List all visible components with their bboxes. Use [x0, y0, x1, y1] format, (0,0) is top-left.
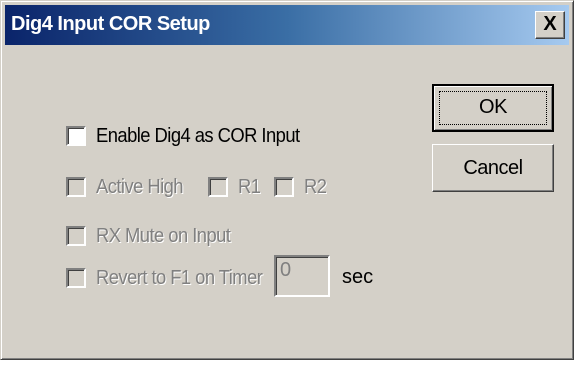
- r2-checkbox: [274, 177, 294, 197]
- revert-timer-label: Revert to F1 on Timer: [96, 266, 263, 289]
- ok-button[interactable]: OK: [432, 84, 554, 132]
- r1-option: R1: [208, 175, 262, 199]
- enable-cor-label: Enable Dig4 as COR Input: [96, 124, 300, 147]
- cancel-button-label: Cancel: [463, 157, 523, 179]
- close-icon: X: [543, 13, 557, 35]
- r1-label: R1: [238, 175, 261, 198]
- window-title: Dig4 Input COR Setup: [11, 13, 210, 35]
- focus-rectangle: [439, 91, 547, 125]
- r2-option: R2: [274, 175, 328, 199]
- active-high-option: Active High: [66, 175, 191, 199]
- active-high-label: Active High: [96, 175, 184, 198]
- timer-input: 0: [274, 255, 330, 297]
- revert-timer-option: Revert to F1 on Timer: [66, 266, 277, 290]
- title-bar[interactable]: Dig4 Input COR Setup X: [5, 5, 569, 45]
- rx-mute-label: RX Mute on Input: [96, 224, 231, 247]
- revert-timer-checkbox: [66, 268, 86, 288]
- enable-cor-checkbox[interactable]: [66, 126, 86, 146]
- active-high-checkbox: [66, 177, 86, 197]
- timer-unit-label: sec: [342, 266, 374, 288]
- enable-cor-option[interactable]: Enable Dig4 as COR Input: [66, 124, 317, 148]
- rx-mute-checkbox: [66, 226, 86, 246]
- r2-label: R2: [304, 175, 327, 198]
- r1-checkbox: [208, 177, 228, 197]
- cancel-button[interactable]: Cancel: [432, 144, 554, 192]
- close-button[interactable]: X: [535, 11, 565, 39]
- rx-mute-option: RX Mute on Input: [66, 224, 242, 248]
